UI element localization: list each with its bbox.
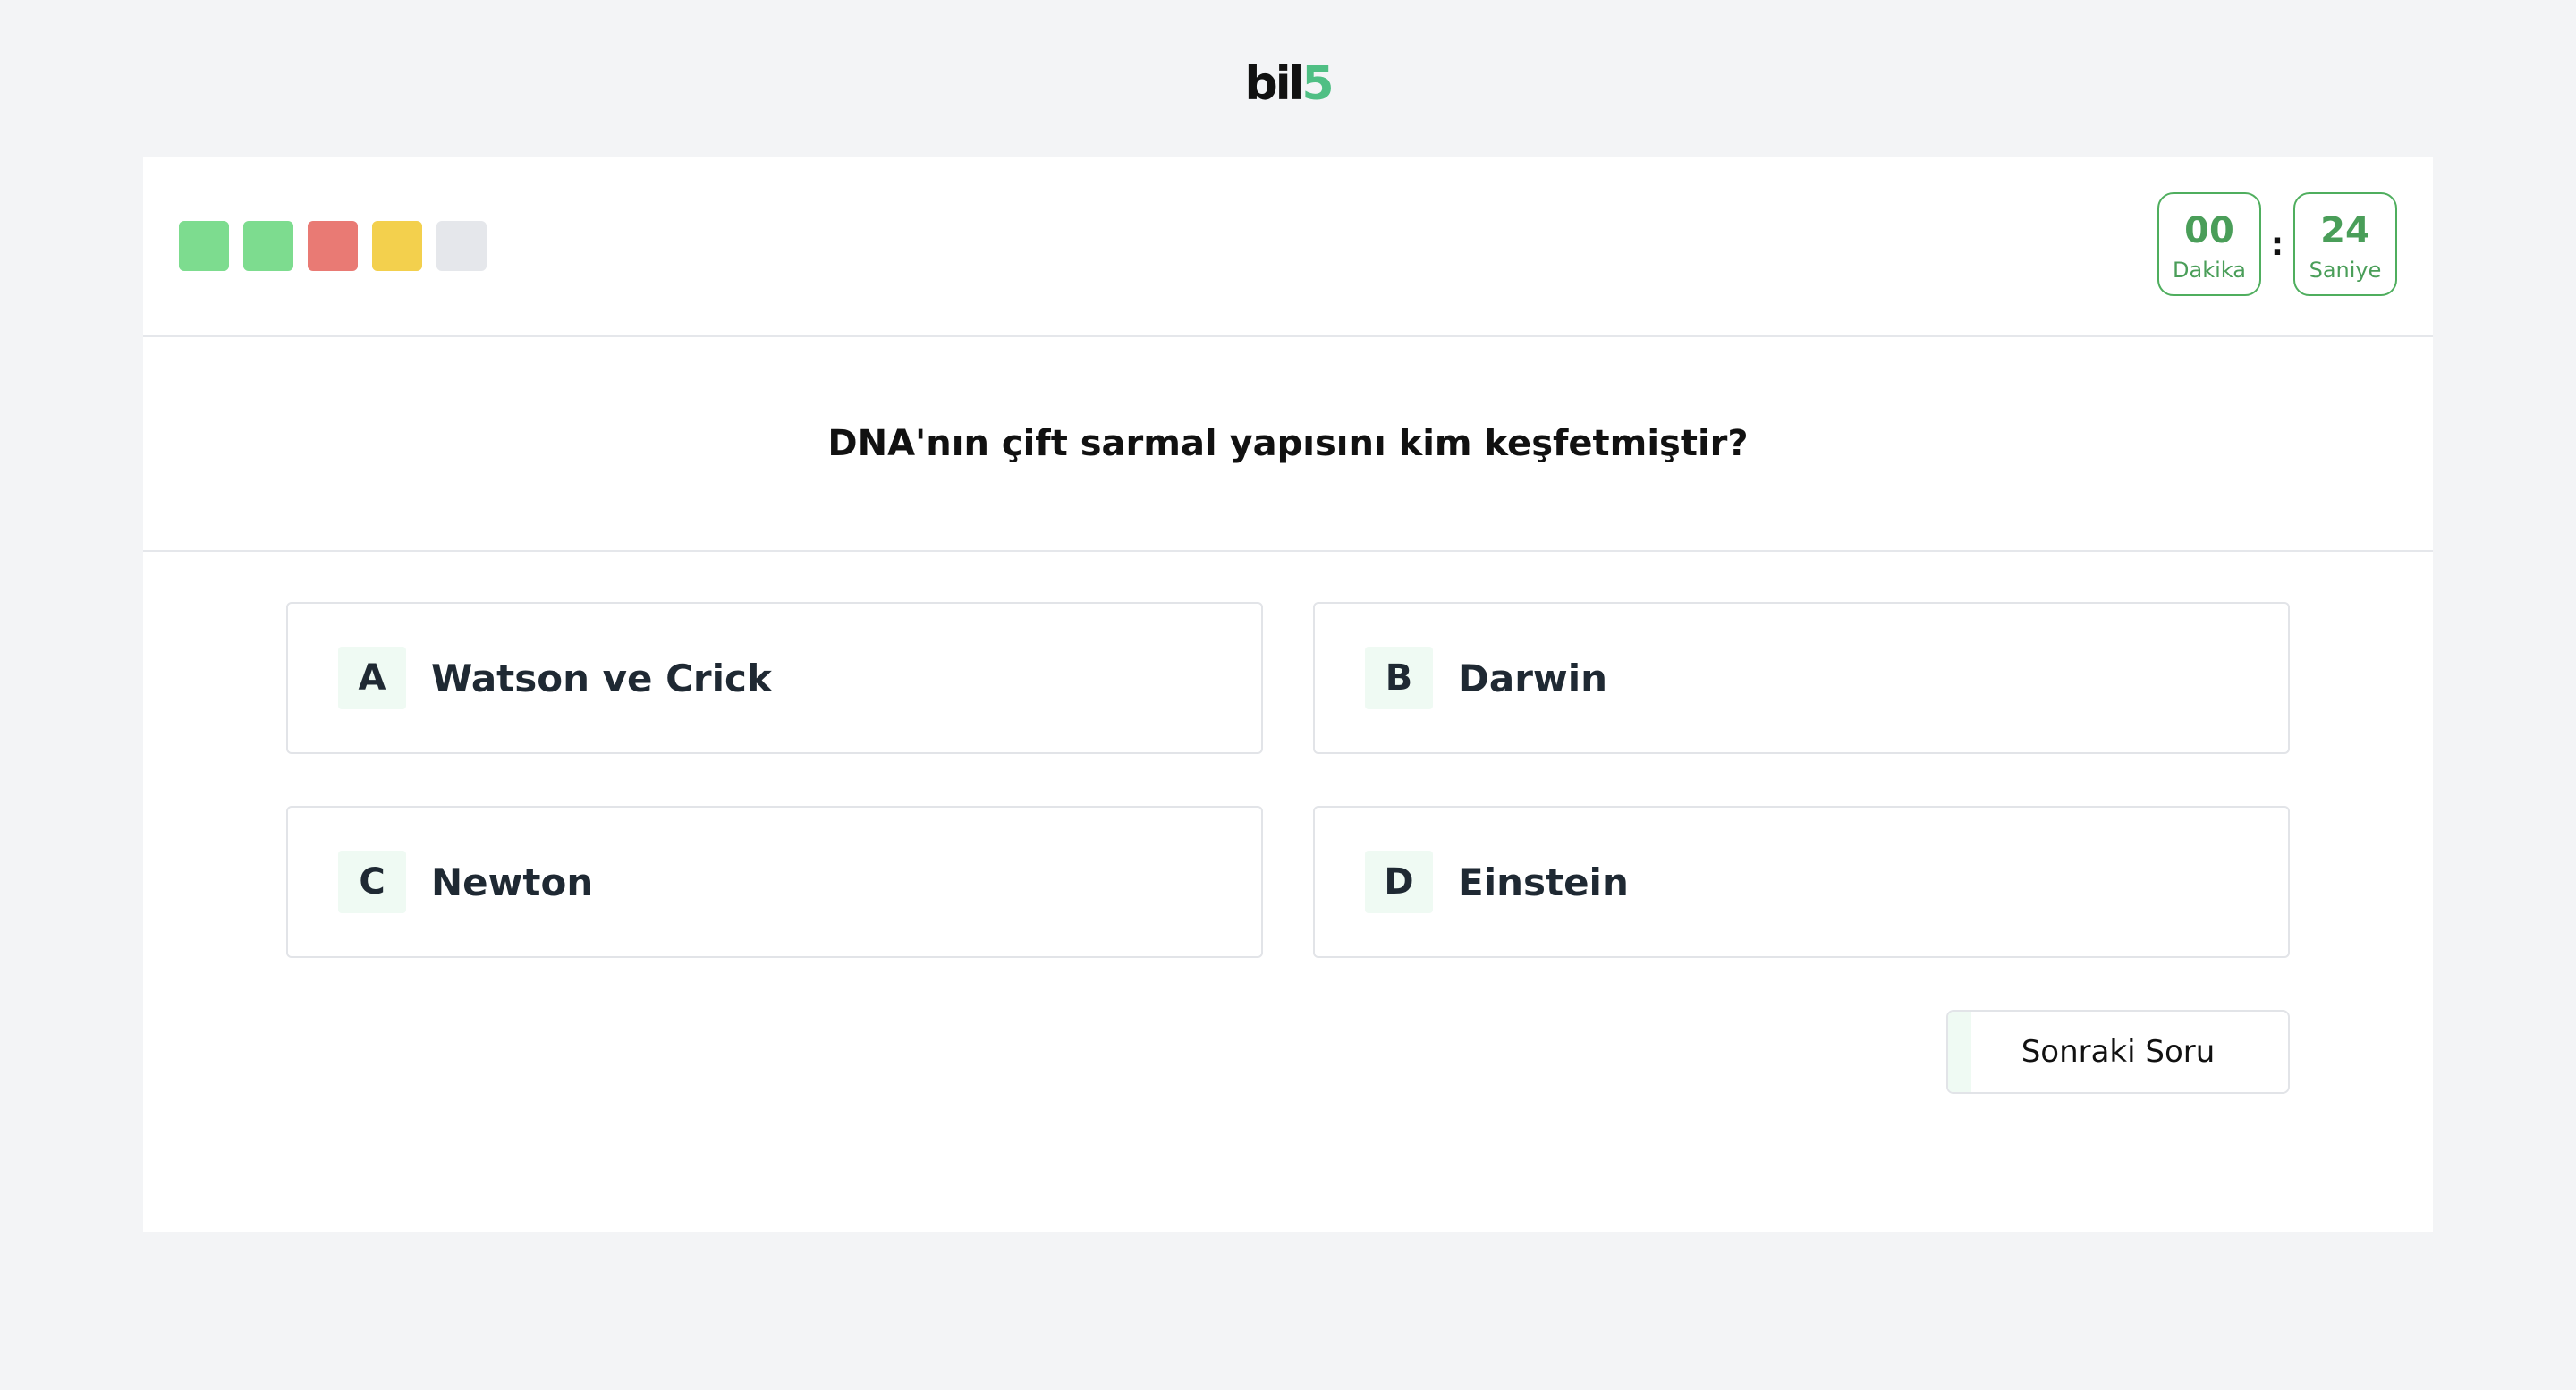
- minutes-value: 00: [2184, 210, 2234, 251]
- next-question-button[interactable]: Sonraki Soru: [1946, 1010, 2290, 1094]
- option-text: Watson ve Crick: [431, 656, 772, 700]
- option-letter: B: [1365, 647, 1433, 709]
- progress-square-2: [243, 221, 293, 271]
- quiz-header: 00 Dakika : 24 Saniye: [143, 157, 2433, 337]
- option-text: Einstein: [1458, 860, 1629, 904]
- logo: bil5: [0, 55, 2576, 113]
- option-text: Darwin: [1458, 656, 1608, 700]
- quiz-card: 00 Dakika : 24 Saniye DNA'nın çift sarma…: [143, 157, 2433, 1232]
- option-c[interactable]: C Newton: [286, 806, 1263, 958]
- progress-square-5: [436, 221, 487, 271]
- next-button-label: Sonraki Soru: [2021, 1034, 2216, 1070]
- seconds-box: 24 Saniye: [2293, 192, 2397, 296]
- option-text: Newton: [431, 860, 594, 904]
- question-text: DNA'nın çift sarmal yapısını kim keşfetm…: [143, 337, 2433, 552]
- progress-square-3: [308, 221, 358, 271]
- minutes-box: 00 Dakika: [2157, 192, 2261, 296]
- logo-accent: 5: [1301, 57, 1334, 111]
- option-d[interactable]: D Einstein: [1313, 806, 2290, 958]
- option-b[interactable]: B Darwin: [1313, 602, 2290, 754]
- seconds-value: 24: [2320, 210, 2370, 251]
- logo-main: bil: [1244, 57, 1304, 111]
- progress-square-4: [372, 221, 422, 271]
- minutes-label: Dakika: [2173, 258, 2246, 283]
- countdown-timer: 00 Dakika : 24 Saniye: [2157, 192, 2397, 296]
- option-letter: D: [1365, 851, 1433, 913]
- option-letter: A: [338, 647, 406, 709]
- progress-indicator: [179, 221, 487, 271]
- seconds-label: Saniye: [2309, 258, 2382, 283]
- next-button-accent: [1948, 1012, 1971, 1092]
- option-letter: C: [338, 851, 406, 913]
- timer-separator: :: [2270, 225, 2284, 263]
- option-a[interactable]: A Watson ve Crick: [286, 602, 1263, 754]
- progress-square-1: [179, 221, 229, 271]
